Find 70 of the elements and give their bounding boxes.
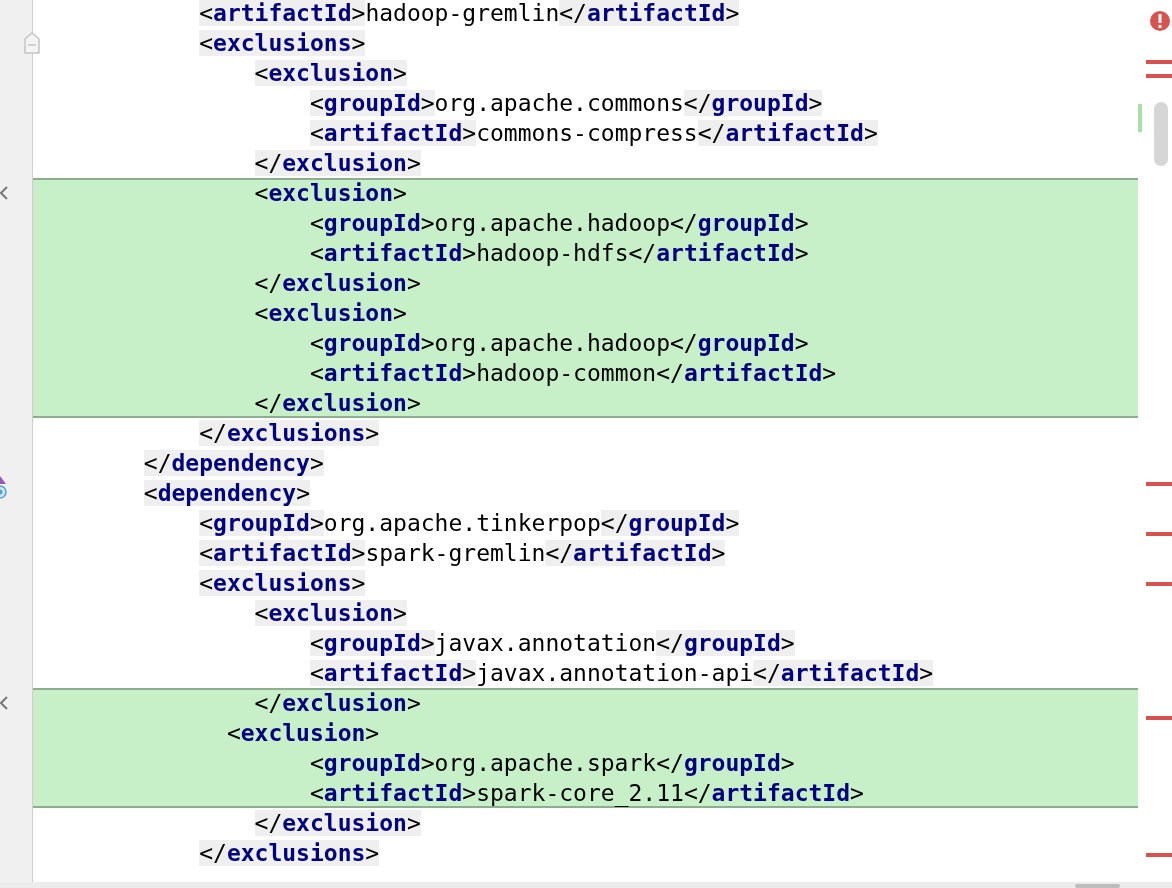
- xml-tag: </artifactId>: [628, 240, 809, 266]
- revert-chevron-icon[interactable]: [0, 696, 8, 710]
- xml-tag: </groupId>: [670, 210, 809, 236]
- xml-tag: </artifactId>: [683, 780, 864, 806]
- xml-tag: </artifactId>: [753, 660, 934, 686]
- xml-tag: <exclusion>: [226, 720, 380, 746]
- error-icon[interactable]: [1149, 10, 1171, 32]
- tag-value: org.apache.hadoop: [434, 330, 670, 356]
- xml-tag: <groupId>: [309, 630, 435, 656]
- xml-tag: </exclusion>: [254, 810, 421, 836]
- xml-tag: <artifactId>: [309, 660, 477, 686]
- xml-tag: </groupId>: [656, 750, 795, 776]
- tag-value: org.apache.commons: [434, 90, 684, 116]
- xml-tag: </artifactId>: [545, 540, 726, 566]
- xml-tag: </exclusion>: [254, 390, 421, 416]
- xml-tag: <exclusion>: [254, 60, 407, 86]
- xml-tag: <artifactId>: [309, 360, 477, 386]
- xml-tag: <exclusion>: [254, 180, 407, 206]
- error-stripe-icon[interactable]: [1146, 716, 1172, 720]
- xml-tag: </groupId>: [656, 630, 795, 656]
- xml-tag: </groupId>: [683, 90, 823, 116]
- tag-value: commons-compress: [476, 120, 698, 146]
- tag-value: javax.annotation-api: [476, 660, 754, 686]
- xml-tag: <exclusion>: [254, 600, 407, 626]
- xml-tag: <groupId>: [309, 330, 435, 356]
- xml-tag: <exclusions>: [199, 30, 366, 56]
- error-stripe-icon[interactable]: [1146, 60, 1172, 64]
- change-stripe-icon[interactable]: [1138, 104, 1142, 132]
- error-stripe-icon[interactable]: [1146, 74, 1172, 78]
- tag-value: spark-gremlin: [365, 540, 546, 566]
- xml-tag: </artifactId>: [559, 0, 740, 26]
- xml-tag: </exclusion>: [254, 690, 421, 716]
- xml-tag: </exclusions>: [199, 420, 380, 446]
- scrollbar-thumb[interactable]: [1154, 102, 1168, 166]
- xml-tag: </artifactId>: [656, 360, 837, 386]
- xml-tag: <groupId>: [309, 90, 435, 116]
- xml-tag: </groupId>: [600, 510, 740, 536]
- overridden-marker-icon[interactable]: [0, 476, 8, 500]
- error-stripe-icon[interactable]: [1146, 853, 1172, 857]
- xml-tag: </dependency>: [143, 450, 324, 476]
- xml-tag: <dependency>: [143, 480, 310, 506]
- tag-value: hadoop-gremlin: [365, 0, 560, 26]
- xml-tag: </groupId>: [670, 330, 809, 356]
- xml-tag: <artifactId>: [199, 0, 366, 26]
- xml-tag: <artifactId>: [309, 780, 477, 806]
- xml-tag: </exclusions>: [199, 840, 380, 866]
- xml-tag: <exclusion>: [254, 300, 407, 326]
- xml-tag: <artifactId>: [199, 540, 366, 566]
- xml-tag: <artifactId>: [309, 120, 477, 146]
- xml-tag: </exclusion>: [254, 270, 421, 296]
- xml-tag: <groupId>: [309, 750, 435, 776]
- xml-tag: <artifactId>: [309, 240, 477, 266]
- xml-tag: <exclusions>: [199, 570, 366, 596]
- xml-tag: </artifactId>: [697, 120, 878, 146]
- tag-value: hadoop-common: [476, 360, 657, 386]
- horizontal-scrollbar[interactable]: [1075, 884, 1120, 888]
- xml-tag: </exclusion>: [254, 150, 421, 176]
- error-stripe-icon[interactable]: [1146, 482, 1172, 486]
- tag-value: org.apache.hadoop: [434, 210, 670, 236]
- error-stripe-icon[interactable]: [1146, 582, 1172, 586]
- xml-tag: <groupId>: [309, 210, 435, 236]
- tag-value: spark-core_2.11: [476, 780, 684, 806]
- tag-value: org.apache.tinkerpop: [323, 510, 601, 536]
- revert-chevron-icon[interactable]: [0, 186, 8, 200]
- tag-value: javax.annotation: [434, 630, 657, 656]
- fold-icon[interactable]: [24, 32, 40, 54]
- xml-tag: <groupId>: [199, 510, 324, 536]
- error-stripe-icon[interactable]: [1146, 532, 1172, 536]
- tag-value: hadoop-hdfs: [476, 240, 629, 266]
- tag-value: org.apache.spark: [434, 750, 657, 776]
